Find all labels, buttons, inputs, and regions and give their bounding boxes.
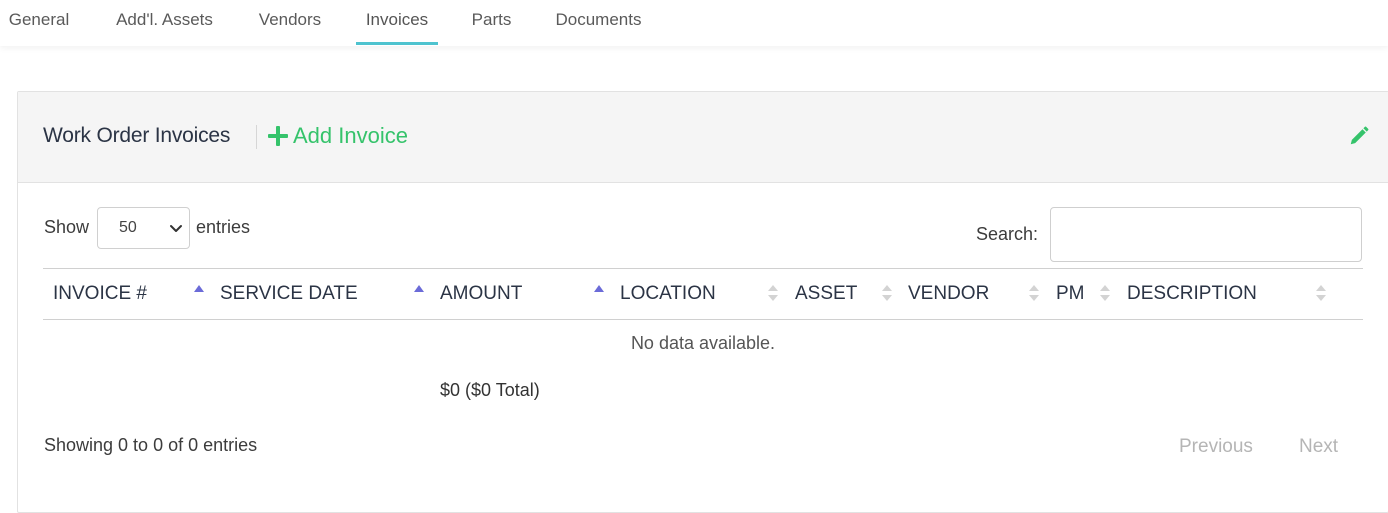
column-amount[interactable]: AMOUNT [440, 269, 522, 319]
add-invoice-label: Add Invoice [293, 123, 408, 148]
entries-label: entries [196, 217, 251, 237]
tab-bar: General Add'l. Assets Vendors Invoices P… [0, 0, 1388, 46]
sort-both-icon [768, 285, 778, 301]
search-input[interactable] [1050, 207, 1362, 262]
tab-vendors[interactable]: Vendors [257, 0, 323, 46]
sort-both-icon [1100, 285, 1110, 301]
page-length-select[interactable]: 50 [97, 207, 190, 249]
column-description[interactable]: DESCRIPTION [1127, 269, 1257, 319]
header-divider [256, 125, 257, 149]
column-vendor[interactable]: VENDOR [908, 269, 989, 319]
column-service-date[interactable]: SERVICE DATE [220, 269, 358, 319]
table-header: INVOICE # SERVICE DATE AMOUNT LOCATION A… [43, 268, 1363, 320]
tab-documents[interactable]: Documents [553, 0, 644, 46]
empty-message: No data available. [630, 333, 776, 353]
show-label: Show [44, 217, 90, 237]
page-length-value: 50 [119, 219, 137, 236]
sort-both-icon [1029, 285, 1039, 301]
tab-addl-assets[interactable]: Add'l. Assets [113, 0, 216, 46]
plus-icon [268, 126, 288, 146]
sort-both-icon [882, 285, 892, 301]
column-location[interactable]: LOCATION [620, 269, 716, 319]
sort-asc-icon [194, 285, 204, 292]
sort-asc-icon [594, 285, 604, 292]
card-header: Work Order Invoices Add Invoice [18, 92, 1388, 183]
tab-general[interactable]: General [8, 0, 70, 46]
invoices-table: INVOICE # SERVICE DATE AMOUNT LOCATION A… [43, 268, 1363, 400]
column-pm[interactable]: PM [1056, 269, 1085, 319]
pencil-icon[interactable] [1348, 125, 1370, 147]
sort-asc-icon [414, 285, 424, 292]
search-label: Search: [976, 224, 1039, 244]
card-title: Work Order Invoices [43, 124, 231, 147]
tab-invoices[interactable]: Invoices [356, 0, 438, 46]
column-asset[interactable]: ASSET [795, 269, 857, 319]
invoices-card: Work Order Invoices Add Invoice Show 50 … [17, 91, 1388, 513]
amount-total: $0 ($0 Total) [440, 380, 540, 400]
previous-button[interactable]: Previous [1179, 436, 1253, 458]
chevron-down-icon [170, 225, 182, 232]
add-invoice-button[interactable]: Add Invoice [268, 123, 408, 149]
tab-parts[interactable]: Parts [471, 0, 512, 46]
column-invoice-number[interactable]: INVOICE # [53, 269, 147, 319]
sort-both-icon [1316, 285, 1326, 301]
table-info: Showing 0 to 0 of 0 entries [44, 435, 258, 455]
next-button[interactable]: Next [1299, 436, 1338, 458]
